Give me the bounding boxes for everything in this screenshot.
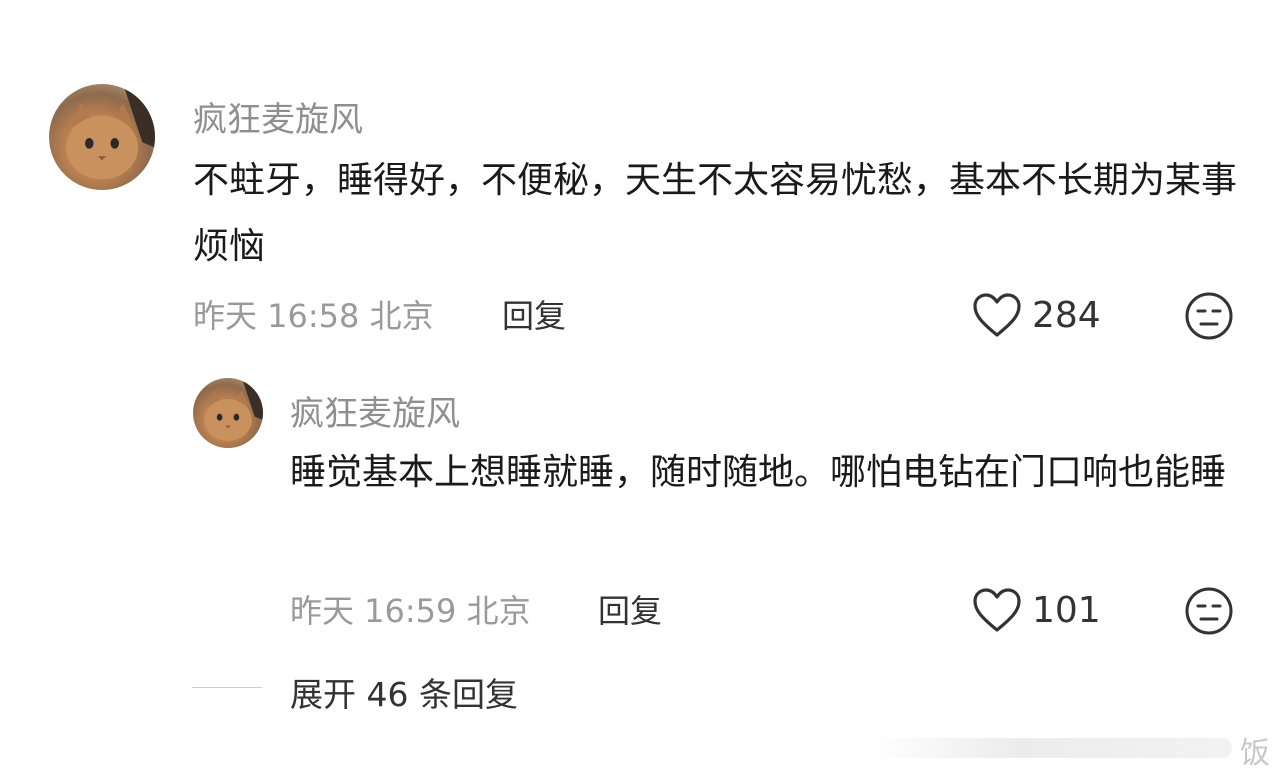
comment-username[interactable]: 疯狂麦旋风: [193, 92, 363, 141]
reply-meta: 昨天 16:59 北京: [290, 592, 531, 630]
like-button[interactable]: 101: [972, 587, 1101, 633]
comment-text: 不蛀牙，睡得好，不便秘，天生不太容易忧愁，基本不长期为某事烦恼: [193, 160, 1238, 267]
neutral-face-icon[interactable]: [1184, 586, 1234, 636]
reply-avatar[interactable]: [193, 378, 263, 448]
like-button[interactable]: 284: [972, 292, 1101, 338]
expand-divider: [192, 687, 262, 688]
comment-meta: 昨天 16:58 北京: [193, 297, 434, 335]
reply-text: 睡觉基本上想睡就睡，随时随地。哪怕电钻在门口响也能睡: [290, 452, 1227, 493]
reply-button[interactable]: 回复: [502, 291, 566, 337]
neutral-face-icon[interactable]: [1184, 291, 1234, 341]
heart-outline-icon: [973, 588, 1021, 632]
cat-avatar-image: [65, 84, 155, 180]
cat-avatar-image: [204, 378, 263, 441]
reply-button[interactable]: 回复: [598, 586, 662, 632]
avatar[interactable]: [49, 84, 155, 190]
heart-outline-icon: [973, 293, 1021, 337]
watermark-text: 饭: [1240, 736, 1270, 771]
reply-username[interactable]: 疯狂麦旋风: [290, 386, 460, 435]
like-count: 284: [1032, 294, 1101, 336]
expand-replies-button[interactable]: 展开 46 条回复: [290, 668, 518, 716]
watermark-bar: [872, 738, 1232, 758]
like-count: 101: [1032, 589, 1101, 631]
